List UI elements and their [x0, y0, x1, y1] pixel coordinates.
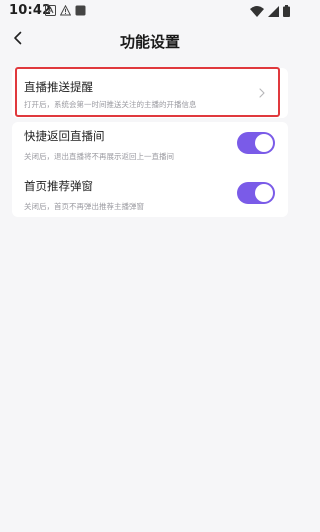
setting-description: 关闭后，首页不再弹出推荐主播弹窗 [24, 202, 144, 211]
settings-card-toggles: 快捷返回直播间 关闭后，退出直播将不再展示返回上一直播间 首页推荐弹窗 关闭后，… [12, 122, 288, 217]
setting-row-home-popup: 首页推荐弹窗 关闭后，首页不再弹出推荐主播弹窗 [12, 170, 288, 217]
setting-description: 打开后，系统会第一时间推送关注的主播的开播信息 [24, 100, 197, 109]
settings-card-push: 直播推送提醒 打开后，系统会第一时间推送关注的主播的开播信息 [12, 68, 288, 118]
setting-title: 快捷返回直播间 [24, 129, 105, 143]
quick-return-toggle[interactable] [237, 132, 275, 154]
battery-icon [283, 5, 290, 17]
setting-title: 首页推荐弹窗 [24, 179, 93, 193]
toggle-knob [255, 134, 273, 152]
home-popup-toggle[interactable] [237, 182, 275, 204]
setting-description: 关闭后，退出直播将不再展示返回上一直播间 [24, 152, 174, 161]
toggle-knob [255, 184, 273, 202]
status-bar: 10:42 [0, 0, 300, 22]
setting-row-quick-return: 快捷返回直播间 关闭后，退出直播将不再展示返回上一直播间 [12, 122, 288, 170]
page-title: 功能设置 [119, 33, 180, 51]
signal-icon [268, 5, 279, 17]
setting-title: 直播推送提醒 [24, 80, 93, 94]
notification-a-icon [45, 5, 56, 16]
setting-row-live-push[interactable]: 直播推送提醒 打开后，系统会第一时间推送关注的主播的开播信息 [12, 68, 288, 118]
notification-warning-icon [60, 5, 71, 16]
notification-square-icon [75, 5, 86, 16]
header: 功能设置 [0, 22, 300, 60]
status-icons [250, 5, 290, 17]
chevron-right-icon [259, 88, 265, 98]
wifi-icon [250, 5, 264, 17]
